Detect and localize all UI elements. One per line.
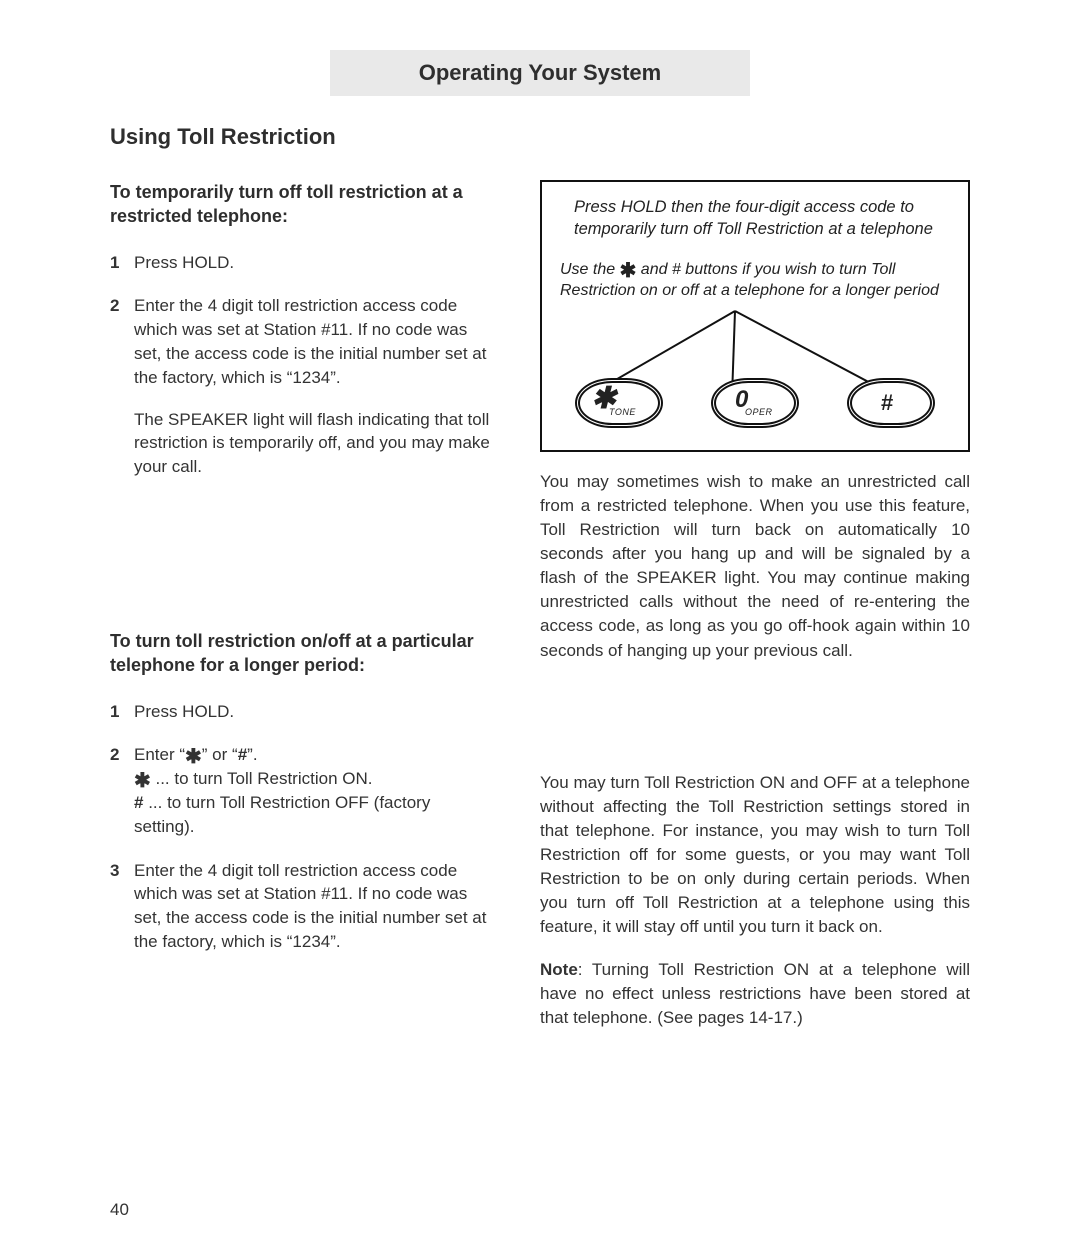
- step-number: 2: [110, 743, 124, 838]
- diagram-triangle: ✱ TONE 0 OPER #: [560, 308, 950, 428]
- list-item: 1 Press HOLD.: [110, 700, 490, 724]
- step-body: Press HOLD.: [134, 251, 490, 275]
- step-paragraph: The SPEAKER light will flash indicating …: [134, 408, 490, 479]
- diagram-line: [605, 310, 736, 387]
- manual-page: Operating Your System Using Toll Restric…: [0, 0, 1080, 1260]
- diagram-line: [731, 311, 736, 383]
- diagram-box: Press HOLD then the four-digit access co…: [540, 180, 970, 452]
- diagram-caption-top: Press HOLD then the four-digit access co…: [574, 196, 950, 241]
- step-body: Enter the 4 digit toll restriction acces…: [134, 859, 490, 954]
- procedure-list-2: 1 Press HOLD. 2 Enter “✱” or “#”. ✱ ... …: [110, 700, 490, 954]
- step-body: Press HOLD.: [134, 700, 490, 724]
- phone-keys-row: ✱ TONE 0 OPER #: [560, 378, 950, 428]
- text-run: Enter “: [134, 745, 185, 764]
- note-paragraph: Note: Turning Toll Restriction ON at a t…: [540, 958, 970, 1030]
- phone-key-zero: 0 OPER: [711, 378, 799, 428]
- step-number: 1: [110, 251, 124, 275]
- text-run: ”.: [247, 745, 257, 764]
- diagram-line: [735, 310, 868, 382]
- text-run: Use the: [560, 261, 620, 278]
- left-column: To temporarily turn off toll restriction…: [110, 180, 490, 1030]
- procedure-heading-2: To turn toll restriction on/off at a par…: [110, 629, 490, 678]
- step-body: Enter the 4 digit toll restriction acces…: [134, 294, 490, 479]
- content-columns: To temporarily turn off toll restriction…: [110, 180, 970, 1030]
- step-number: 1: [110, 700, 124, 724]
- text-run: #: [238, 745, 247, 764]
- text-run: ... to turn Toll Restriction OFF (factor…: [134, 793, 430, 836]
- procedure-heading-1: To temporarily turn off toll restriction…: [110, 180, 490, 229]
- phone-key-label: #: [881, 388, 893, 418]
- list-item: 3 Enter the 4 digit toll restriction acc…: [110, 859, 490, 954]
- diagram-caption-mid: Use the ✱ and # buttons if you wish to t…: [560, 259, 950, 302]
- step-paragraph: Enter “✱” or “#”. ✱ ... to turn Toll Res…: [134, 743, 490, 838]
- page-number: 40: [110, 1200, 129, 1220]
- section-title: Using Toll Restriction: [110, 124, 970, 150]
- list-item: 1 Press HOLD.: [110, 251, 490, 275]
- chapter-header: Operating Your System: [330, 50, 750, 96]
- phone-key-star: ✱ TONE: [575, 378, 663, 428]
- text-run: ” or “: [202, 745, 238, 764]
- list-item: 2 Enter “✱” or “#”. ✱ ... to turn Toll R…: [110, 743, 490, 838]
- phone-key-sublabel: OPER: [745, 406, 773, 418]
- phone-key-hash: #: [847, 378, 935, 428]
- step-number: 2: [110, 294, 124, 479]
- procedure-list-1: 1 Press HOLD. 2 Enter the 4 digit toll r…: [110, 251, 490, 479]
- right-column: Press HOLD then the four-digit access co…: [540, 180, 970, 1030]
- step-number: 3: [110, 859, 124, 954]
- phone-key-sublabel: TONE: [609, 406, 636, 418]
- chapter-header-text: Operating Your System: [419, 60, 661, 85]
- body-paragraph: You may sometimes wish to make an unrest…: [540, 470, 970, 663]
- body-paragraph: You may turn Toll Restriction ON and OFF…: [540, 771, 970, 940]
- step-paragraph: Enter the 4 digit toll restriction acces…: [134, 294, 490, 389]
- note-body: : Turning Toll Restriction ON at a telep…: [540, 960, 970, 1027]
- note-label: Note: [540, 960, 578, 979]
- list-item: 2 Enter the 4 digit toll restriction acc…: [110, 294, 490, 479]
- text-run: ... to turn Toll Restriction ON.: [151, 769, 373, 788]
- step-body: Enter “✱” or “#”. ✱ ... to turn Toll Res…: [134, 743, 490, 838]
